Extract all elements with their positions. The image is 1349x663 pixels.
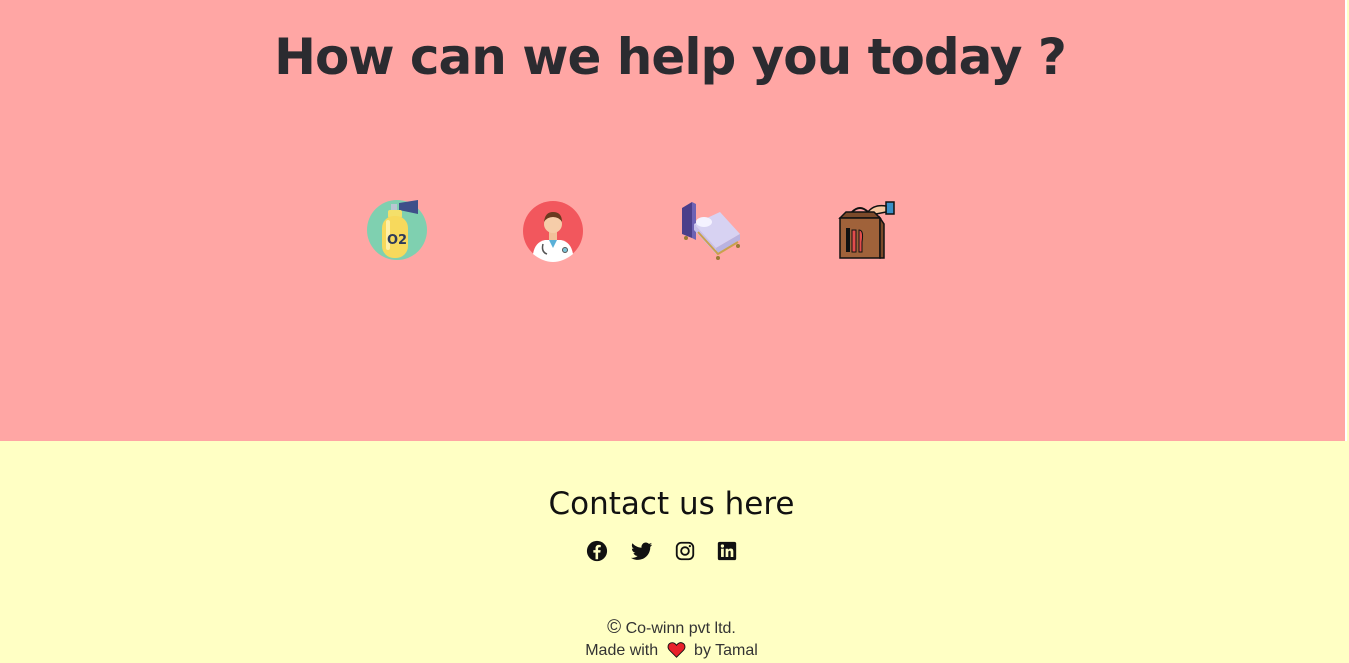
linkedin-link[interactable] [716,540,738,562]
linkedin-icon [717,541,737,561]
twitter-link[interactable] [631,540,653,562]
food-delivery-icon [838,201,895,259]
copyright-company: Co-winn pvt ltd. [625,620,736,637]
contact-title: Contact us here [548,486,795,522]
copyright-symbol: © [607,617,622,638]
instagram-icon [675,541,695,561]
made-with-label: Made with [585,642,659,659]
facebook-icon [586,540,608,562]
help-title: How can we help you today ? [274,28,1067,86]
scrollbar-track [1345,0,1347,441]
oxygen-service-link[interactable]: O2 [366,198,430,262]
twitter-icon [631,542,653,560]
social-links [586,540,742,564]
bed-service-link[interactable] [678,198,742,262]
oxygen-cylinder-icon: O2 [367,200,427,260]
o2-label: O2 [387,233,407,248]
doctor-icon [523,201,583,262]
hospital-bed-icon [682,202,740,260]
facebook-link[interactable] [586,540,608,562]
food-service-link[interactable] [834,198,898,262]
help-section: How can we help you today ? O2 [0,0,1347,441]
copyright-text: © Co-winn pvt ltd. [0,617,1343,639]
doctor-service-link[interactable] [521,198,585,262]
author-label: by Tamal [694,642,758,659]
instagram-link[interactable] [674,540,696,562]
